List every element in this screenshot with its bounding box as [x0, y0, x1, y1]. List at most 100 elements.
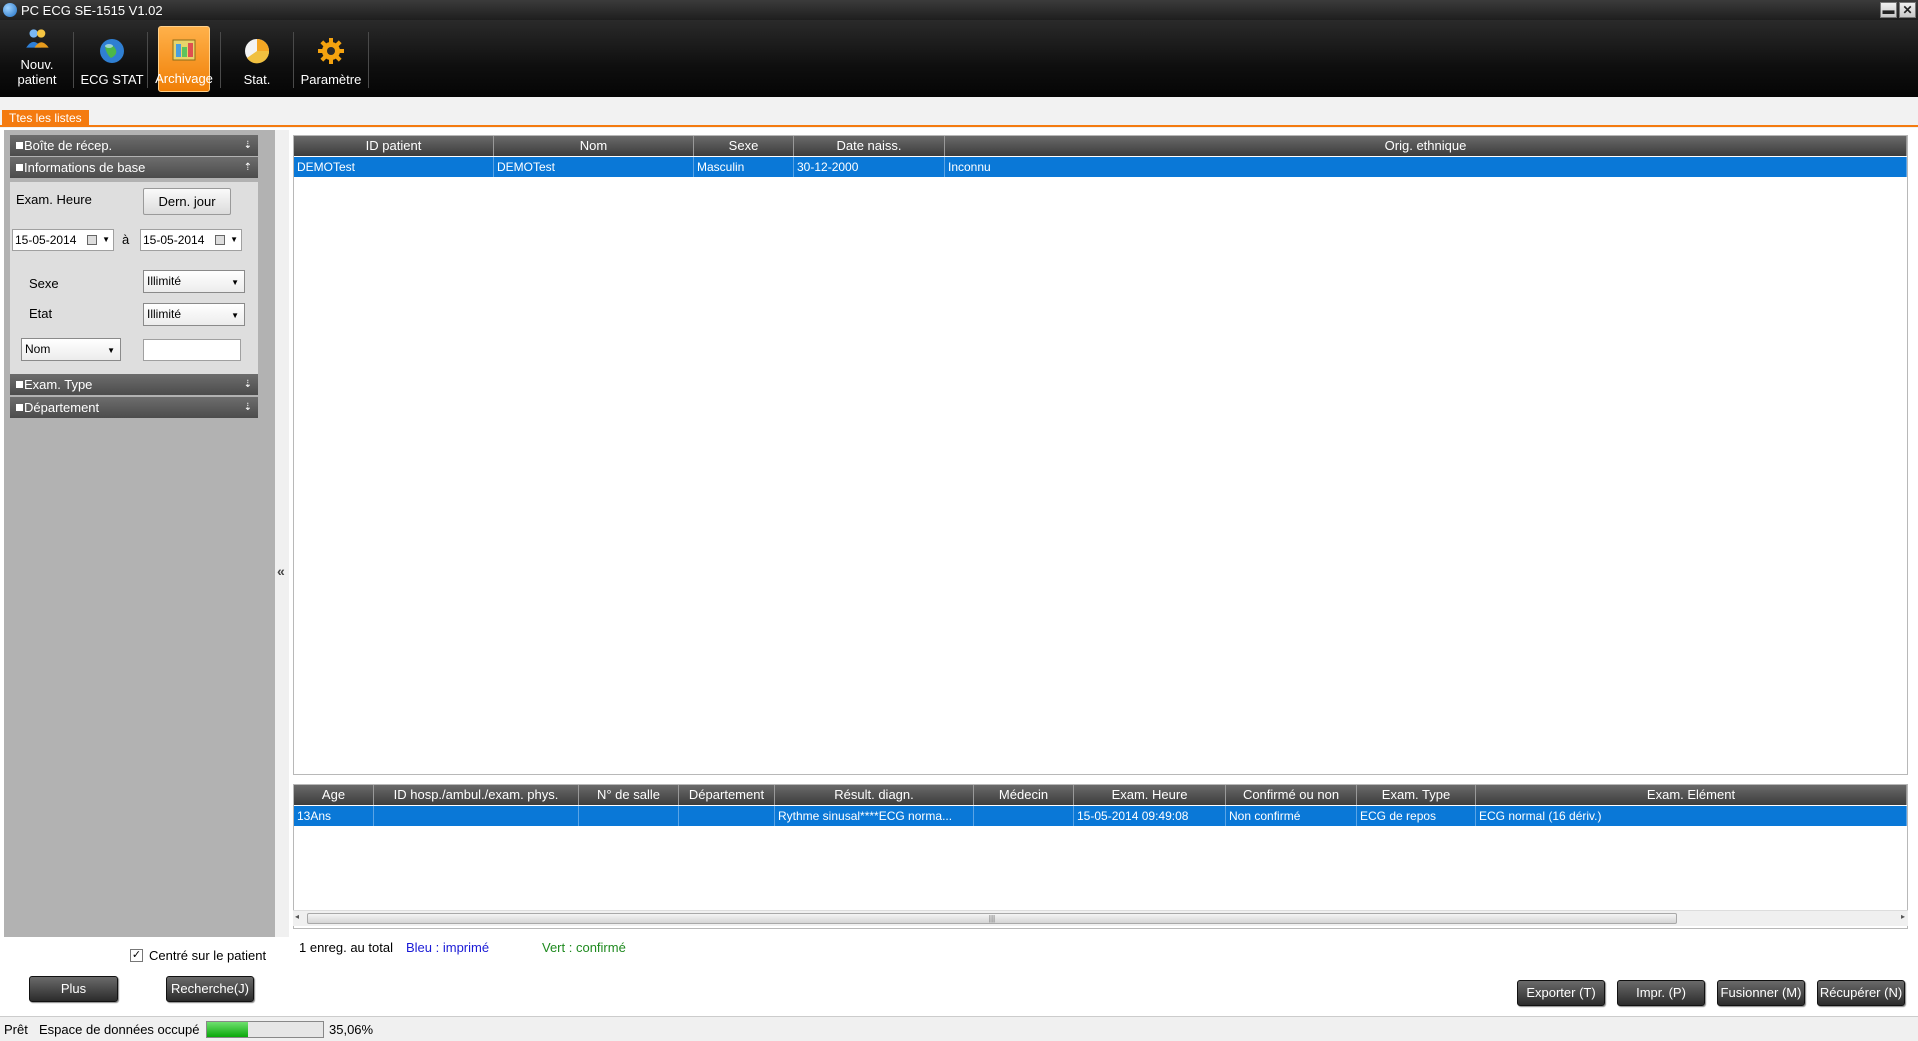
table-cell [679, 806, 775, 826]
state-select-value: Illimité [147, 307, 182, 321]
scroll-right-icon[interactable]: ▸ [1901, 912, 1905, 921]
table-cell [374, 806, 579, 826]
chevron-down-icon: ▼ [230, 235, 238, 244]
storage-label: Espace de données occupé [39, 1022, 200, 1037]
collapse-panel-icon[interactable]: « [277, 563, 285, 579]
print-button[interactable]: Impr. (P) [1617, 980, 1705, 1006]
section-department-label: Département [24, 400, 100, 415]
column-header[interactable]: ID hosp./ambul./exam. phys. [374, 785, 579, 805]
tab-strip: Ttes les listes [0, 97, 1918, 128]
date-to-value: 15-05-2014 [143, 233, 205, 247]
section-basic-info[interactable]: Informations de base ⇡ [10, 157, 258, 178]
column-header[interactable]: Sexe [694, 136, 794, 156]
date-to-field[interactable]: 15-05-2014 ▼ [140, 229, 242, 251]
centered-on-patient-label: Centré sur le patient [149, 948, 267, 963]
stat-button[interactable]: Stat. [226, 26, 288, 92]
panel-splitter[interactable]: « [275, 130, 289, 937]
section-exam-type-label: Exam. Type [24, 377, 93, 392]
state-label: Etat [29, 306, 53, 321]
tab-all-lists[interactable]: Ttes les listes [2, 110, 89, 126]
column-header[interactable]: Exam. Type [1357, 785, 1476, 805]
horizontal-scrollbar[interactable]: ◂ ||| ▸ [293, 910, 1908, 926]
centered-on-patient-checkbox[interactable]: ✓ [130, 949, 143, 962]
toolbar-separator [147, 32, 148, 88]
column-header[interactable]: Département [679, 785, 775, 805]
search-button[interactable]: Recherche(J) [166, 976, 254, 1002]
table-cell: 15-05-2014 09:49:08 [1074, 806, 1226, 826]
storage-value: 35,06% [329, 1022, 374, 1037]
exam-table: Age ID hosp./ambul./exam. phys. N° de sa… [293, 784, 1908, 929]
table-cell: 13Ans [294, 806, 374, 826]
scroll-thumb[interactable]: ||| [307, 913, 1677, 924]
column-header[interactable]: Confirmé ou non [1226, 785, 1357, 805]
new-patient-button[interactable]: Nouv. patient [3, 26, 71, 92]
calendar-icon [215, 235, 225, 245]
table-cell: Rythme sinusal****ECG norma... [775, 806, 974, 826]
table-cell: ECG de repos [1357, 806, 1476, 826]
new-patient-label: Nouv. patient [17, 57, 57, 87]
sex-label: Sexe [29, 276, 59, 291]
status-text: Prêt [4, 1022, 28, 1037]
table-row[interactable]: DEMOTest DEMOTest Masculin 30-12-2000 In… [294, 157, 1907, 177]
toolbar-separator [368, 32, 369, 88]
column-header[interactable]: Médecin [974, 785, 1074, 805]
scroll-left-icon[interactable]: ◂ [295, 912, 299, 921]
patient-table-header: ID patient Nom Sexe Date naiss. Orig. et… [294, 136, 1907, 156]
column-header[interactable]: Age [294, 785, 374, 805]
pie-chart-icon [245, 39, 270, 64]
column-header[interactable]: Orig. ethnique [945, 136, 1907, 156]
table-cell [579, 806, 679, 826]
minimize-button[interactable]: ▬ [1880, 2, 1897, 18]
collapse-icon: ⇡ [243, 162, 252, 173]
merge-button[interactable]: Fusionner (M) [1717, 980, 1805, 1006]
section-basic-info-label: Informations de base [24, 160, 146, 175]
ecg-stat-label: ECG STAT [80, 72, 144, 87]
status-bar: Prêt Espace de données occupé 35,06% [0, 1016, 1918, 1041]
column-header[interactable]: ID patient [294, 136, 494, 156]
sex-select[interactable]: Illimité ▼ [143, 270, 245, 293]
date-separator: à [122, 232, 130, 247]
title-bar: PC ECG SE-1515 V1.02 ▬ ✕ [0, 0, 1918, 20]
legend-blue: Bleu : imprimé [406, 940, 490, 955]
last-day-button[interactable]: Dern. jour [143, 188, 231, 215]
expand-icon: ⇣ [243, 379, 252, 390]
section-inbox[interactable]: Boîte de récep. ⇣ [10, 135, 258, 156]
exam-time-label: Exam. Heure [16, 192, 92, 207]
column-header[interactable]: Date naiss. [794, 136, 945, 156]
retrieve-button[interactable]: Récupérer (N) [1817, 980, 1905, 1006]
table-row[interactable]: 13Ans Rythme sinusal****ECG norma... 15-… [294, 806, 1907, 826]
table-cell: Non confirmé [1226, 806, 1357, 826]
gear-icon [318, 38, 344, 64]
column-header[interactable]: N° de salle [579, 785, 679, 805]
app-icon [3, 3, 17, 17]
section-department[interactable]: Département ⇣ [10, 397, 258, 418]
content-area: ID patient Nom Sexe Date naiss. Orig. et… [289, 130, 1918, 937]
export-button[interactable]: Exporter (T) [1517, 980, 1605, 1006]
date-from-value: 15-05-2014 [15, 233, 77, 247]
chevron-down-icon: ▼ [231, 278, 239, 287]
expand-icon: ⇣ [243, 140, 252, 151]
more-button[interactable]: Plus [29, 976, 118, 1002]
storage-progress-bar [206, 1021, 324, 1038]
record-count: 1 enreg. au total [299, 940, 393, 955]
search-field-select[interactable]: Nom ▼ [21, 338, 121, 361]
ecg-stat-button[interactable]: ECG STAT [80, 26, 144, 92]
date-from-field[interactable]: 15-05-2014 ▼ [12, 229, 114, 251]
column-header[interactable]: Exam. Heure [1074, 785, 1226, 805]
section-exam-type[interactable]: Exam. Type ⇣ [10, 374, 258, 395]
settings-button[interactable]: Paramètre [299, 26, 363, 92]
search-input[interactable] [143, 339, 241, 361]
column-header[interactable]: Exam. Elément [1476, 785, 1907, 805]
filter-panel: Boîte de récep. ⇣ Informations de base ⇡… [4, 130, 275, 937]
window-title: PC ECG SE-1515 V1.02 [21, 2, 163, 18]
close-button[interactable]: ✕ [1899, 2, 1916, 18]
column-header[interactable]: Nom [494, 136, 694, 156]
archive-button[interactable]: Archivage [155, 26, 213, 92]
storage-progress-fill [207, 1022, 248, 1037]
table-cell: Inconnu [945, 157, 1907, 177]
column-header[interactable]: Résult. diagn. [775, 785, 974, 805]
toolbar-separator [220, 32, 221, 88]
sex-select-value: Illimité [147, 274, 182, 288]
centered-on-patient-option[interactable]: ✓ Centré sur le patient [130, 948, 266, 963]
state-select[interactable]: Illimité ▼ [143, 303, 245, 326]
